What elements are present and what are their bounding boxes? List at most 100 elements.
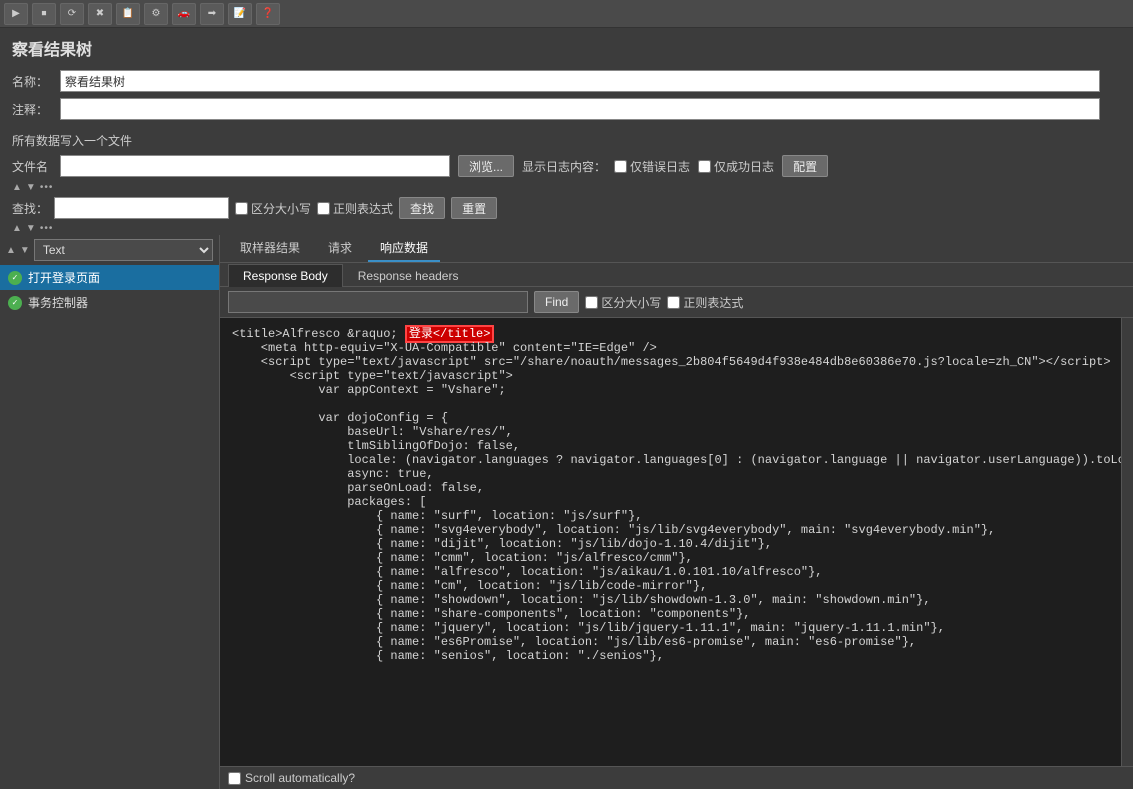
scroll-auto-wrap[interactable]: Scroll automatically? — [228, 771, 355, 785]
code-line-parseonload: parseOnLoad: false, — [232, 481, 484, 495]
sub-tab-response-headers[interactable]: Response headers — [343, 264, 474, 287]
code-line-pkg9: { name: "jquery", location: "js/lib/jque… — [232, 621, 945, 635]
sidebar-item-transaction[interactable]: ✓ 事务控制器 — [0, 290, 219, 315]
code-line-title-prefix: <title>Alfresco &raquo; — [232, 327, 405, 341]
find-input[interactable] — [228, 291, 528, 313]
dots-btn-1[interactable]: ••• — [40, 182, 54, 193]
collapse-down-arrow-2[interactable]: ▼ — [26, 223, 36, 234]
toolbar-btn-settings[interactable]: ⚙ — [144, 3, 168, 25]
find-case-sensitive-wrap[interactable]: 区分大小写 — [585, 294, 661, 311]
content-area: 取样器结果 请求 响应数据 Response Body Response hea… — [220, 235, 1133, 789]
toolbar-btn-document[interactable]: 📝 — [228, 3, 252, 25]
sidebar-item-login-label: 打开登录页面 — [28, 269, 100, 286]
find-case-sensitive-checkbox[interactable] — [585, 296, 598, 309]
file-input[interactable] — [60, 155, 450, 177]
collapse-down-arrow[interactable]: ▼ — [26, 182, 36, 193]
code-view[interactable]: <title>Alfresco &raquo; 登录</title> <meta… — [220, 318, 1121, 766]
regex-label: 正则表达式 — [333, 200, 393, 217]
code-line-baseurl: baseUrl: "Vshare/res/", — [232, 425, 513, 439]
code-line-pkg7: { name: "showdown", location: "js/lib/sh… — [232, 593, 931, 607]
code-line-pkg10: { name: "es6Promise", location: "js/lib/… — [232, 635, 916, 649]
toolbar-btn-clipboard[interactable]: 📋 — [116, 3, 140, 25]
sidebar-collapse-down[interactable]: ▼ — [20, 245, 30, 256]
code-line-tlm: tlmSiblingOfDojo: false, — [232, 439, 520, 453]
code-line-async: async: true, — [232, 467, 434, 481]
toolbar-btn-stop[interactable]: ⏹ — [32, 3, 56, 25]
browse-button[interactable]: 浏览... — [458, 155, 514, 177]
search-row: 查找： 区分大小写 正则表达式 查找 重置 — [0, 194, 1133, 222]
log-content-label: 显示日志内容： — [522, 158, 606, 175]
sidebar-collapse-up[interactable]: ▲ — [6, 245, 16, 256]
code-line-script1: <script type="text/javascript" src="/sha… — [232, 355, 1111, 369]
find-btn[interactable]: Find — [534, 291, 579, 313]
find-regex-label: 正则表达式 — [683, 294, 743, 311]
code-line-pkg2: { name: "svg4everybody", location: "js/l… — [232, 523, 995, 537]
name-label: 名称： — [12, 73, 52, 90]
comment-input[interactable] — [60, 98, 1100, 120]
error-log-checkbox[interactable] — [614, 160, 627, 173]
toolbar-btn-play[interactable]: ▶ — [4, 3, 28, 25]
success-log-checkbox[interactable] — [698, 160, 711, 173]
file-row: 文件名 浏览... 显示日志内容： 仅错误日志 仅成功日志 配置 — [0, 151, 1133, 181]
code-line-pkg8: { name: "share-components", location: "c… — [232, 607, 750, 621]
sidebar-item-login[interactable]: ✓ 打开登录页面 — [0, 265, 219, 290]
find-bar: Find 区分大小写 正则表达式 — [220, 287, 1133, 318]
code-line-dojoconfig: var dojoConfig = { — [232, 411, 448, 425]
file-label: 文件名 — [12, 158, 52, 175]
find-regex-wrap[interactable]: 正则表达式 — [667, 294, 743, 311]
sidebar-item-transaction-label: 事务控制器 — [28, 294, 88, 311]
error-log-checkbox-wrap[interactable]: 仅错误日志 — [614, 158, 690, 175]
dots-btn-2[interactable]: ••• — [40, 223, 54, 234]
code-line-pkg3: { name: "dijit", location: "js/lib/dojo-… — [232, 537, 772, 551]
page-title: 察看结果树 — [0, 28, 1133, 66]
tabs-bar: 取样器结果 请求 响应数据 — [220, 235, 1133, 263]
success-icon-login: ✓ — [8, 271, 22, 285]
toolbar-btn-close[interactable]: ✖ — [88, 3, 112, 25]
tab-request[interactable]: 请求 — [316, 235, 364, 262]
comment-row: 注释： — [12, 98, 1121, 120]
sub-tabs-bar: Response Body Response headers — [220, 263, 1133, 287]
code-line-appcontext: var appContext = "Vshare"; — [232, 383, 506, 397]
find-button[interactable]: 查找 — [399, 197, 445, 219]
regex-checkbox[interactable] — [317, 202, 330, 215]
bottom-bar: Scroll automatically? — [220, 766, 1133, 789]
toolbar-btn-help[interactable]: ❓ — [256, 3, 280, 25]
find-case-sensitive-label: 区分大小写 — [601, 294, 661, 311]
tab-sampler-result[interactable]: 取样器结果 — [228, 235, 312, 262]
name-input[interactable] — [60, 70, 1100, 92]
case-sensitive-label: 区分大小写 — [251, 200, 311, 217]
tab-response-data[interactable]: 响应数据 — [368, 235, 440, 262]
collapse-up-arrow[interactable]: ▲ — [12, 182, 22, 193]
name-row: 名称： — [12, 70, 1121, 92]
config-button[interactable]: 配置 — [782, 155, 828, 177]
error-log-label: 仅错误日志 — [630, 158, 690, 175]
collapse-row-1: ▲ ▼ ••• — [0, 181, 1133, 194]
search-label: 查找： — [12, 200, 48, 217]
regex-wrap[interactable]: 正则表达式 — [317, 200, 393, 217]
reset-button[interactable]: 重置 — [451, 197, 497, 219]
find-regex-checkbox[interactable] — [667, 296, 680, 309]
scroll-auto-checkbox[interactable] — [228, 772, 241, 785]
content-with-scroll: <title>Alfresco &raquo; 登录</title> <meta… — [220, 318, 1133, 766]
code-line-pkg4: { name: "cmm", location: "js/alfresco/cm… — [232, 551, 693, 565]
view-type-dropdown[interactable]: Text HTML JSON XML — [34, 239, 213, 261]
success-log-checkbox-wrap[interactable]: 仅成功日志 — [698, 158, 774, 175]
case-sensitive-wrap[interactable]: 区分大小写 — [235, 200, 311, 217]
form-area: 名称： 注释： — [0, 66, 1133, 130]
toolbar-btn-arrow[interactable]: ➡ — [200, 3, 224, 25]
comment-label: 注释： — [12, 101, 52, 118]
code-line-pkg6: { name: "cm", location: "js/lib/code-mir… — [232, 579, 707, 593]
success-icon-transaction: ✓ — [8, 296, 22, 310]
sidebar-header: ▲ ▼ Text HTML JSON XML — [0, 235, 219, 265]
toolbar-btn-car[interactable]: 🚗 — [172, 3, 196, 25]
code-line-pkg1: { name: "surf", location: "js/surf"}, — [232, 509, 642, 523]
file-section-title: 所有数据写入一个文件 — [0, 130, 1133, 151]
case-sensitive-checkbox[interactable] — [235, 202, 248, 215]
search-input[interactable] — [54, 197, 229, 219]
code-line-packages: packages: [ — [232, 495, 426, 509]
sub-tab-response-body[interactable]: Response Body — [228, 264, 343, 287]
toolbar: ▶ ⏹ ⟳ ✖ 📋 ⚙ 🚗 ➡ 📝 ❓ — [0, 0, 1133, 28]
vertical-scrollbar[interactable] — [1121, 318, 1133, 766]
toolbar-btn-reset[interactable]: ⟳ — [60, 3, 84, 25]
collapse-up-arrow-2[interactable]: ▲ — [12, 223, 22, 234]
